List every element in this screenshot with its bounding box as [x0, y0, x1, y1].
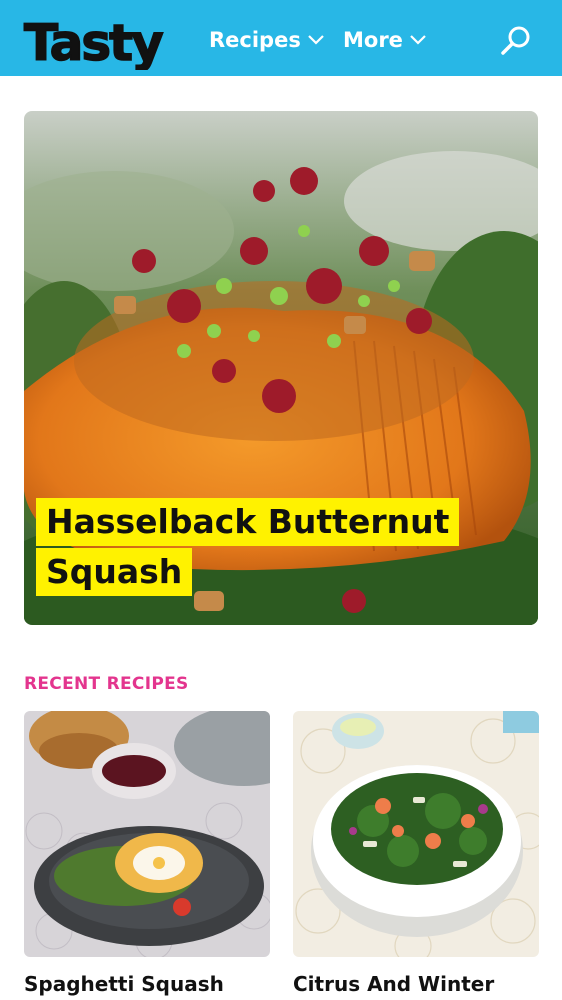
hero-title[interactable]: Hasselback Butternut Squash — [36, 498, 496, 598]
hero-recipe-card[interactable]: Hasselback Butternut Squash — [24, 111, 538, 625]
site-header: Tasty Recipes More — [0, 0, 562, 76]
recipe-card[interactable]: Citrus And Winter — [293, 711, 539, 996]
recipe-card-image — [293, 711, 539, 957]
nav-recipes-label: Recipes — [209, 28, 301, 52]
nav-more-menu[interactable]: More — [343, 26, 426, 54]
hero-title-line-1: Hasselback Butternut — [36, 498, 460, 546]
svg-text:Tasty: Tasty — [24, 14, 163, 70]
recipe-card-title: Spaghetti Squash — [24, 972, 224, 996]
nav-more-label: More — [343, 28, 403, 52]
search-icon[interactable] — [499, 24, 533, 58]
chevron-down-icon — [308, 35, 324, 45]
recipe-card-image — [24, 711, 270, 957]
recipe-card[interactable]: Spaghetti Squash — [24, 711, 270, 996]
chevron-down-icon — [410, 35, 426, 45]
recent-recipes-heading: RECENT RECIPES — [24, 674, 189, 694]
nav-recipes-menu[interactable]: Recipes — [209, 26, 324, 54]
tasty-logo[interactable]: Tasty — [22, 8, 188, 70]
recipe-card-title: Citrus And Winter — [293, 972, 495, 996]
hero-title-line-2: Squash — [36, 548, 193, 596]
